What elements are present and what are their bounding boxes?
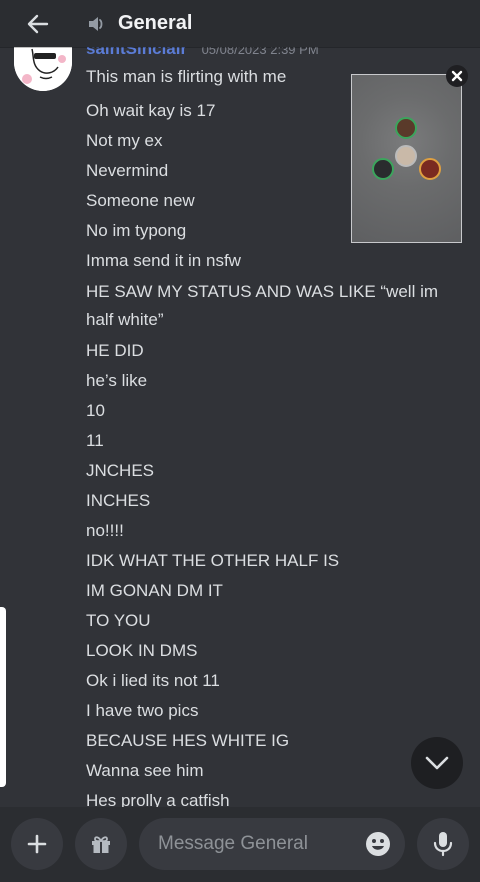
message-line[interactable]: no!!!! [86,516,456,546]
message-line[interactable]: INCHES [86,486,456,516]
avatar[interactable] [14,47,72,91]
message-line[interactable]: IM GONAN DM IT [86,576,456,606]
close-icon [451,70,463,82]
participant-avatar [419,158,441,180]
chevron-down-icon [425,756,449,770]
voice-call-overlay[interactable] [351,74,462,243]
message-composer [0,807,480,882]
plus-icon [27,834,47,854]
message-header: saintSinclair 05/08/2023 2:39 PM [86,47,319,59]
message-line[interactable]: Hes prolly a catfish [86,786,456,807]
message-line[interactable]: Imma send it in nsfw [86,246,456,276]
message-line[interactable]: BECAUSE HES WHITE IG [86,726,456,756]
message-line[interactable]: he’s like [86,366,456,396]
participant-avatar [395,117,417,139]
edge-indicator [0,607,6,787]
message-line[interactable]: 11 [86,426,456,456]
message-line[interactable]: HE DID [86,336,456,366]
message-line[interactable]: Wanna see him [86,756,456,786]
message-input[interactable] [156,832,350,856]
message-line[interactable]: I have two pics [86,696,456,726]
back-button[interactable] [20,6,56,42]
channel-title: General [118,12,193,34]
message-line[interactable]: JNCHES [86,456,456,486]
participant-avatar [395,145,417,167]
channel-header: General [0,0,480,47]
gift-button[interactable] [75,818,127,870]
message-line[interactable]: Ok i lied its not 11 [86,666,456,696]
voice-message-button[interactable] [417,818,469,870]
gift-icon [92,836,110,853]
arrow-left-icon [27,14,49,33]
microphone-icon [433,832,453,857]
message-line[interactable]: LOOK IN DMS [86,636,456,666]
speaker-icon [86,13,108,35]
close-overlay-button[interactable] [446,65,468,87]
scroll-to-bottom-button[interactable] [411,737,463,789]
message-line[interactable]: HE SAW MY STATUS AND WAS LIKE “well im h… [86,276,456,336]
emoji-button[interactable] [365,831,391,857]
message-line[interactable]: TO YOU [86,606,456,636]
message-timestamp: 05/08/2023 2:39 PM [201,47,319,57]
author-name[interactable]: saintSinclair [86,47,187,58]
add-attachment-button[interactable] [11,818,63,870]
message-line[interactable]: IDK WHAT THE OTHER HALF IS [86,546,456,576]
emoji-icon [366,832,390,856]
message-line[interactable]: 10 [86,396,456,426]
participant-avatar [372,158,394,180]
message-input-container[interactable] [139,818,405,870]
